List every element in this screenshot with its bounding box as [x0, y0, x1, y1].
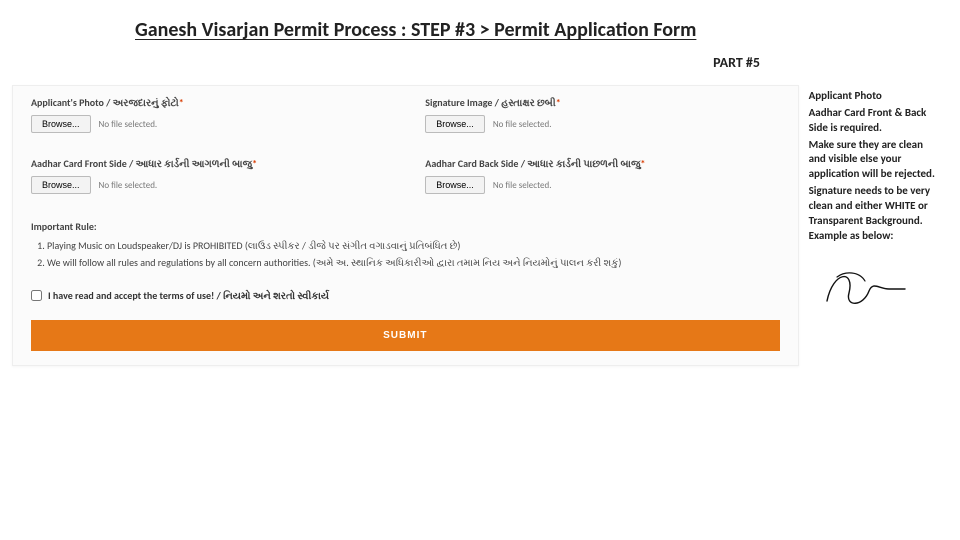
field-applicant-photo: Applicant's Photo / અરજદારનું ફોટો* Brow… [31, 96, 385, 133]
side-notes: Applicant Photo Aadhar Card Front & Back… [799, 85, 948, 313]
no-file-text: No file selected. [99, 180, 158, 191]
part-number: PART #5 [0, 44, 960, 81]
note-line: Make sure they are clean and visible els… [809, 138, 940, 183]
submit-button[interactable]: SUBMIT [31, 320, 780, 351]
note-line: Signature needs to be very clean and eit… [809, 184, 940, 243]
important-rules: Important Rule: Playing Music on Loudspe… [31, 220, 780, 269]
no-file-text: No file selected. [493, 180, 552, 191]
field-label: Aadhar Card Back Side / આધાર કાર્ડની પાછ… [425, 157, 779, 170]
browse-button[interactable]: Browse... [31, 115, 91, 133]
field-label: Applicant's Photo / અરજદારનું ફોટો* [31, 96, 385, 109]
browse-button[interactable]: Browse... [31, 176, 91, 194]
note-line: Applicant Photo [809, 89, 940, 104]
terms-checkbox-row[interactable]: I have read and accept the terms of use!… [31, 289, 780, 302]
signature-icon [819, 263, 909, 313]
application-form-panel: Applicant's Photo / અરજદારનું ફોટો* Brow… [12, 85, 799, 366]
field-label: Aadhar Card Front Side / આધાર કાર્ડની આગ… [31, 157, 385, 170]
browse-button[interactable]: Browse... [425, 115, 485, 133]
field-aadhar-back: Aadhar Card Back Side / આધાર કાર્ડની પાછ… [425, 157, 779, 194]
rules-heading: Important Rule: [31, 220, 780, 233]
field-aadhar-front: Aadhar Card Front Side / આધાર કાર્ડની આગ… [31, 157, 385, 194]
note-line: Aadhar Card Front & Back Side is require… [809, 106, 940, 136]
no-file-text: No file selected. [99, 119, 158, 130]
rule-item: Playing Music on Loudspeaker/DJ is PROHI… [47, 239, 780, 252]
field-label: Signature Image / હસ્તાક્ષર છબી* [425, 96, 779, 109]
field-signature-image: Signature Image / હસ્તાક્ષર છબી* Browse.… [425, 96, 779, 133]
page-title: Ganesh Visarjan Permit Process : STEP #3… [0, 0, 960, 44]
terms-checkbox[interactable] [31, 290, 42, 301]
no-file-text: No file selected. [493, 119, 552, 130]
rule-item: We will follow all rules and regulations… [47, 256, 780, 269]
terms-label: I have read and accept the terms of use!… [48, 289, 329, 302]
signature-example [809, 263, 940, 313]
browse-button[interactable]: Browse... [425, 176, 485, 194]
